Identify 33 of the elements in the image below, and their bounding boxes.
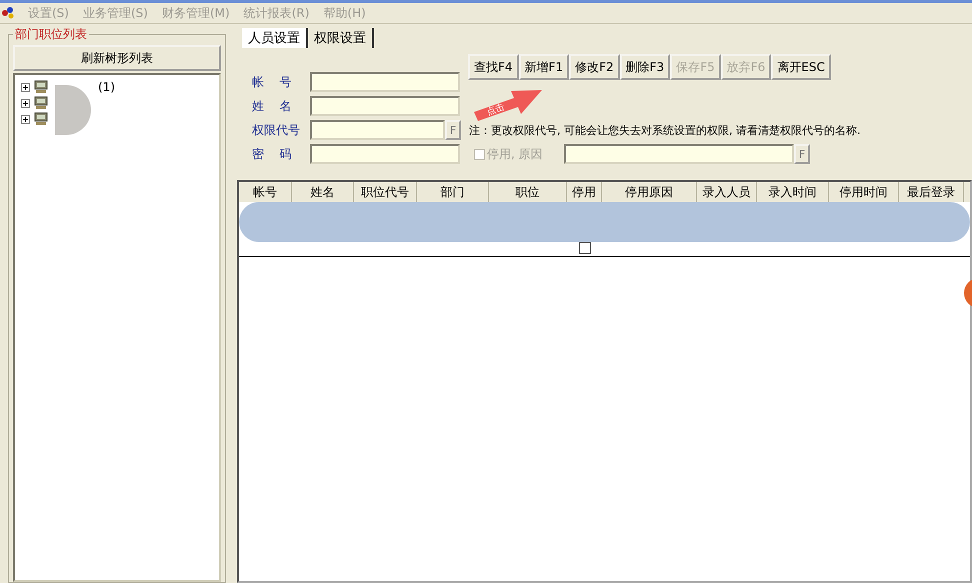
toolbar-button[interactable]: 离开ESC (771, 54, 831, 80)
field-label: 姓 名 (252, 98, 292, 114)
input-field[interactable] (310, 120, 445, 140)
computer-icon (33, 96, 49, 110)
toolbar-button[interactable]: 删除F3 (620, 54, 670, 80)
panel-title: 部门职位列表 (14, 26, 88, 43)
toolbar-button[interactable]: 查找F4 (468, 54, 519, 80)
toolbar-button[interactable]: 新增F1 (518, 54, 570, 80)
blurred-area (55, 85, 91, 135)
lookup-button[interactable]: F (794, 144, 810, 164)
tab[interactable]: 人员设置 (242, 28, 308, 48)
input-field[interactable] (310, 96, 460, 116)
field-label: 密 码 (252, 146, 292, 162)
app-logo-icon (2, 7, 14, 19)
tab[interactable]: 权限设置 (308, 28, 374, 48)
row-checkbox[interactable] (578, 242, 590, 254)
input-field[interactable] (310, 144, 460, 164)
arrow-label: 点击 (486, 102, 506, 118)
computer-icon (33, 112, 49, 126)
warning-note: 注：更改权限代号, 可能会让您失去对系统设置的权限, 请看清楚权限代号的名称. (469, 122, 860, 138)
field-label: 权限代号 (252, 122, 301, 138)
toolbar-button[interactable]: 修改F2 (569, 54, 620, 80)
input-field[interactable] (310, 72, 460, 92)
refresh-tree-button[interactable]: 刷新树形列表 (13, 45, 221, 71)
expand-icon[interactable] (21, 82, 30, 92)
expand-icon[interactable] (21, 114, 30, 124)
field-label: 帐 号 (252, 74, 292, 90)
expand-icon[interactable] (21, 98, 30, 108)
lookup-button[interactable]: F (445, 120, 461, 140)
tree-node-label[interactable]: (1) (98, 80, 115, 94)
pointer-arrow (474, 90, 542, 121)
computer-icon (33, 80, 49, 94)
reason-field[interactable] (564, 144, 794, 164)
